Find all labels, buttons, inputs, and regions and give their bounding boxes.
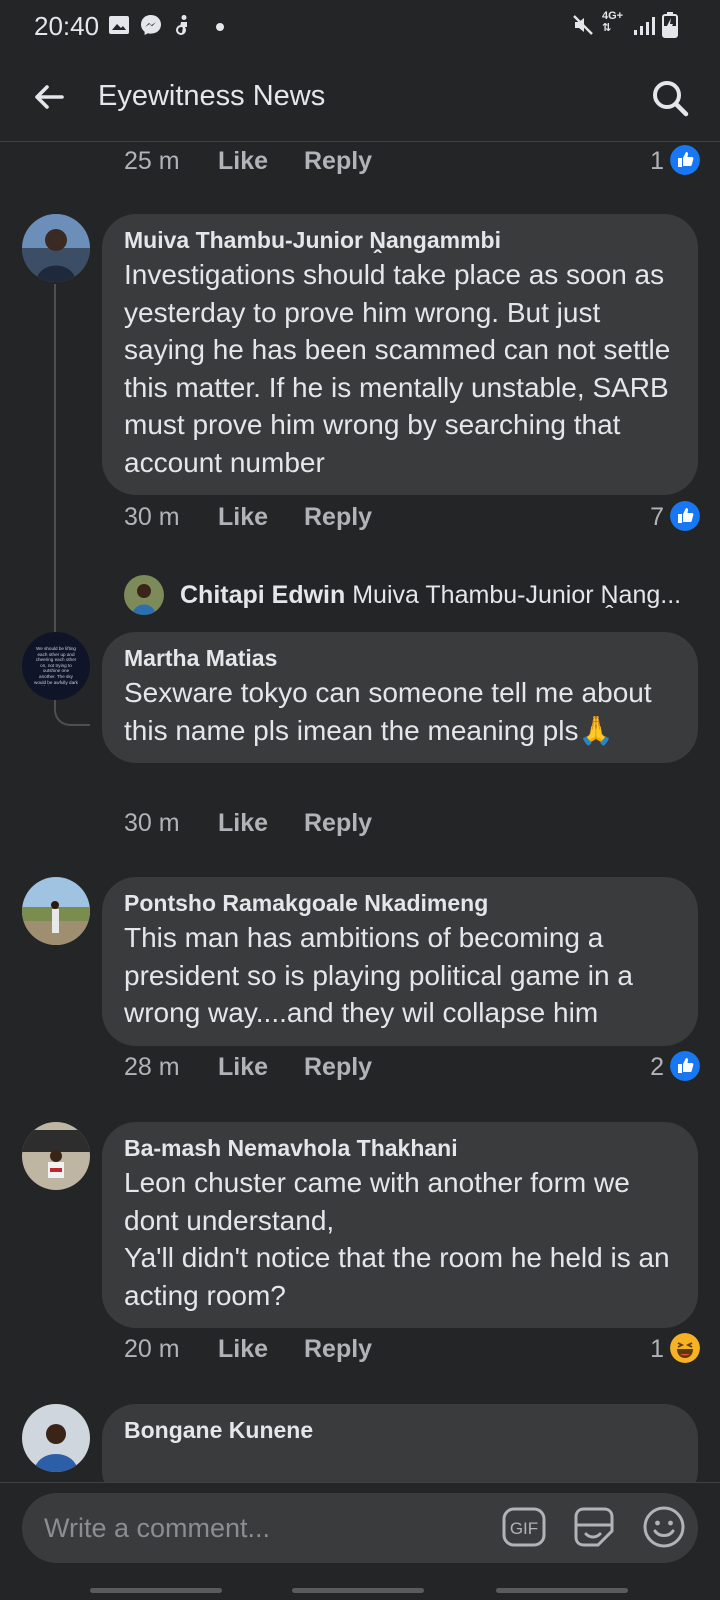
gif-label: GIF <box>510 1519 538 1538</box>
status-bar: 20:40 4G+ ⇅ <box>0 0 720 56</box>
reply-preview[interactable]: Chitapi Edwin Muiva Thambu-Junior Ṋang..… <box>124 575 704 617</box>
comment-author[interactable]: Muiva Thambu-Junior Ṋangammbi <box>124 224 678 256</box>
gif-icon[interactable]: GIF <box>502 1507 546 1547</box>
avatar[interactable] <box>22 1404 90 1472</box>
comment-time: 30 m <box>124 809 180 837</box>
page-title: Eyewitness News <box>98 80 326 112</box>
reply-author: Chitapi Edwin <box>180 581 346 609</box>
nav-back[interactable] <box>496 1588 628 1593</box>
comment-composer: GIF <box>0 1482 720 1600</box>
like-reaction-icon <box>670 145 700 175</box>
haha-reaction-icon <box>670 1333 700 1363</box>
comment-time: 28 m <box>124 1053 180 1081</box>
page-header: Eyewitness News <box>0 56 720 142</box>
comment-bubble[interactable]: Martha Matias Sexware tokyo can someone … <box>102 632 698 763</box>
comments-feed[interactable]: 25 m Like Reply 1 Muiva Thambu-Junior Ṋa… <box>0 142 720 1482</box>
comment-text: Leon chuster came with another form we d… <box>124 1167 670 1311</box>
like-reaction-icon <box>670 1051 700 1081</box>
gallery-notification-icon <box>109 16 129 34</box>
avatar[interactable] <box>22 877 90 945</box>
sticker-icon[interactable] <box>572 1505 616 1549</box>
battery-charging-icon <box>662 12 678 38</box>
avatar-quote-text: We should be lifting each other up and c… <box>34 646 78 686</box>
comment-time: 20 m <box>124 1335 180 1363</box>
like-button[interactable]: Like <box>218 1053 268 1082</box>
reaction-summary[interactable]: 2 <box>560 1051 700 1083</box>
comment-bubble[interactable]: Muiva Thambu-Junior Ṋangammbi Investigat… <box>102 214 698 495</box>
comment-bubble[interactable]: Bongane Kunene <box>102 1404 698 1482</box>
like-button[interactable]: Like <box>218 809 268 838</box>
nav-home[interactable] <box>292 1588 424 1593</box>
comment-author[interactable]: Martha Matias <box>124 642 678 674</box>
avatar[interactable]: We should be lifting each other up and c… <box>22 632 90 700</box>
reply-button[interactable]: Reply <box>304 1335 372 1364</box>
comment-bubble[interactable]: Ba-mash Nemavhola Thakhani Leon chuster … <box>102 1122 698 1328</box>
emoji-icon[interactable] <box>642 1505 686 1549</box>
avatar-photo-icon <box>22 877 90 945</box>
comment-time: 30 m <box>124 503 180 531</box>
avatar-photo-icon <box>22 214 90 282</box>
reaction-count: 1 <box>650 147 664 175</box>
reaction-count: 2 <box>650 1053 664 1081</box>
accessibility-notification-icon <box>176 15 187 35</box>
reaction-summary[interactable]: 7 <box>560 501 700 533</box>
avatar-photo-icon <box>124 575 164 615</box>
reply-snippet: Muiva Thambu-Junior Ṋang... <box>352 581 682 609</box>
comment-time: 25 m <box>124 147 180 175</box>
messenger-notification-icon <box>141 15 161 35</box>
like-button[interactable]: Like <box>218 147 268 176</box>
reaction-summary[interactable]: 1 <box>560 1333 700 1365</box>
comment-author[interactable]: Bongane Kunene <box>124 1414 678 1446</box>
comment-author[interactable]: Pontsho Ramakgoale Nkadimeng <box>124 887 678 919</box>
nav-recent-apps[interactable] <box>90 1588 222 1593</box>
avatar-photo-icon <box>22 1122 90 1190</box>
avatar[interactable] <box>22 214 90 282</box>
muted-icon <box>573 15 593 35</box>
reply-button[interactable]: Reply <box>304 809 372 838</box>
more-notifications-dot <box>216 23 224 31</box>
like-button[interactable]: Like <box>218 503 268 532</box>
like-button[interactable]: Like <box>218 1335 268 1364</box>
comment-meta: 30 m Like Reply <box>124 809 684 845</box>
reply-button[interactable]: Reply <box>304 503 372 532</box>
reaction-summary[interactable]: 1 <box>560 145 700 177</box>
status-time: 20:40 <box>34 11 100 41</box>
search-icon[interactable] <box>650 78 690 118</box>
avatar[interactable] <box>22 1122 90 1190</box>
comment-bubble[interactable]: Pontsho Ramakgoale Nkadimeng This man ha… <box>102 877 698 1046</box>
avatar-photo-icon <box>22 1404 90 1472</box>
comment-text: Investigations should take place as soon… <box>124 259 671 478</box>
reply-button[interactable]: Reply <box>304 1053 372 1082</box>
reply-button[interactable]: Reply <box>304 147 372 176</box>
comment-author[interactable]: Ba-mash Nemavhola Thakhani <box>124 1132 678 1164</box>
reaction-count: 1 <box>650 1335 664 1363</box>
network-type: 4G+ ⇅ <box>602 10 624 34</box>
signal-icon <box>634 17 655 35</box>
back-arrow-icon[interactable] <box>32 80 66 114</box>
comment-text: This man has ambitions of becoming a pre… <box>124 922 633 1028</box>
reaction-count: 7 <box>650 503 664 531</box>
comment-text: Sexware tokyo can someone tell me about … <box>124 677 652 746</box>
avatar <box>124 575 164 615</box>
like-reaction-icon <box>670 501 700 531</box>
